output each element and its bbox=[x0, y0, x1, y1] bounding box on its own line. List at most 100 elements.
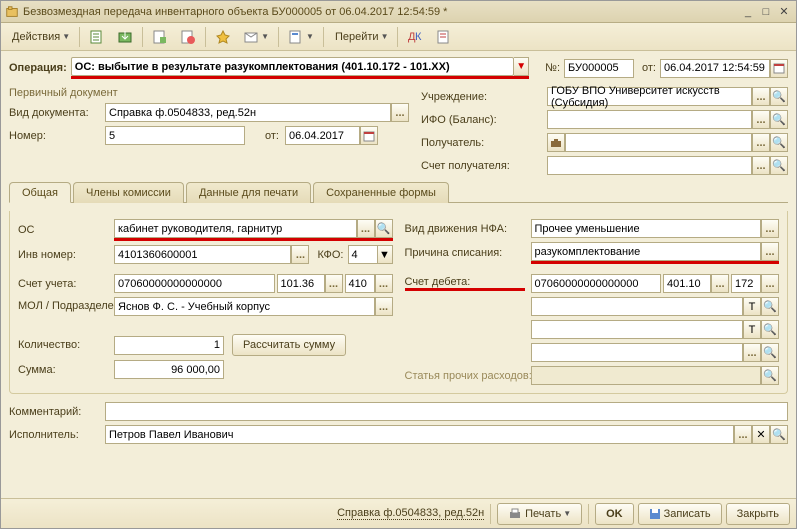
schetuch-f3-lu[interactable]: ... bbox=[375, 274, 393, 293]
os-label: ОС bbox=[18, 224, 108, 236]
uchr-lookup[interactable]: ... bbox=[752, 87, 770, 106]
nomer-field[interactable]: 5 bbox=[105, 126, 245, 145]
qty-field[interactable]: 1 bbox=[114, 336, 224, 355]
operation-dropdown[interactable]: ▼ bbox=[514, 57, 529, 76]
prichina-field[interactable]: разукомплектование bbox=[531, 242, 762, 261]
tab-general[interactable]: Общая bbox=[9, 182, 71, 203]
ot-calendar-icon[interactable] bbox=[360, 126, 378, 145]
debet-f2[interactable]: 401.10 bbox=[663, 274, 711, 293]
prichina-lookup[interactable]: ... bbox=[761, 242, 779, 261]
pol-briefcase-icon[interactable] bbox=[547, 133, 565, 152]
date-field[interactable]: 06.04.2017 12:54:59 bbox=[660, 59, 770, 78]
pol-field[interactable] bbox=[565, 133, 752, 152]
tb-icon-4[interactable] bbox=[175, 26, 201, 48]
spravka-link[interactable]: Справка ф.0504833, ред.52н bbox=[337, 507, 484, 520]
debet-f3-lu[interactable]: ... bbox=[761, 274, 779, 293]
sum-field[interactable]: 96 000,00 bbox=[114, 360, 224, 379]
save-button[interactable]: Записать bbox=[638, 503, 722, 525]
debet-label: Счет дебета: bbox=[405, 276, 525, 291]
isp-field[interactable]: Петров Павел Иванович bbox=[105, 425, 734, 444]
schetuch-f2[interactable]: 101.36 bbox=[277, 274, 325, 293]
debet-t2[interactable]: T bbox=[743, 320, 761, 339]
schetuch-f2-lu[interactable]: ... bbox=[325, 274, 343, 293]
tb-icon-1[interactable] bbox=[84, 26, 110, 48]
toolbar: Действия▼ ▼ ▼ Перейти▼ ДК bbox=[1, 23, 796, 51]
komm-field[interactable] bbox=[105, 402, 788, 421]
os-field[interactable]: кабинет руководителя, гарнитур bbox=[114, 219, 357, 238]
debet-f1[interactable]: 07060000000000000 bbox=[531, 274, 662, 293]
goto-menu[interactable]: Перейти▼ bbox=[328, 26, 394, 48]
pol-lookup[interactable]: ... bbox=[752, 133, 770, 152]
viddv-field[interactable]: Прочее уменьшение bbox=[531, 219, 762, 238]
viddok-lookup[interactable]: ... bbox=[391, 103, 409, 122]
debet-f3[interactable]: 172 bbox=[731, 274, 761, 293]
viddok-label: Вид документа: bbox=[9, 107, 99, 119]
tb-icon-6[interactable]: ▼ bbox=[238, 26, 274, 48]
calc-button[interactable]: Рассчитать сумму bbox=[232, 334, 346, 356]
statya-label: Статья прочих расходов: bbox=[405, 370, 525, 382]
num-field[interactable]: БУ000005 bbox=[564, 59, 634, 78]
kfo-dropdown[interactable]: ▼ bbox=[378, 245, 393, 264]
schetpol-lookup[interactable]: ... bbox=[752, 156, 770, 175]
maximize-button[interactable]: □ bbox=[758, 5, 774, 19]
schetuch-label: Счет учета: bbox=[18, 278, 108, 290]
viddv-label: Вид движения НФА: bbox=[405, 223, 525, 235]
schetuch-f3[interactable]: 410 bbox=[345, 274, 375, 293]
close-button-footer[interactable]: Закрыть bbox=[726, 503, 790, 525]
tb-icon-dk[interactable]: ДК bbox=[402, 26, 428, 48]
kfo-field[interactable]: 4 bbox=[348, 245, 378, 264]
tb-icon-3[interactable] bbox=[147, 26, 173, 48]
debet-extra2[interactable] bbox=[531, 320, 744, 339]
statya-search[interactable]: 🔍 bbox=[761, 366, 779, 385]
schetuch-f1[interactable]: 07060000000000000 bbox=[114, 274, 275, 293]
calendar-icon[interactable] bbox=[770, 59, 788, 78]
prichina-label: Причина списания: bbox=[405, 247, 525, 259]
tab-savedforms[interactable]: Сохраненные формы bbox=[313, 182, 449, 203]
schetpol-field[interactable] bbox=[547, 156, 752, 175]
uchr-field[interactable]: ГОБУ ВПО Университет искусств (Субсидия) bbox=[547, 87, 752, 106]
debet-s2[interactable]: 🔍 bbox=[761, 320, 779, 339]
debet-extra3[interactable] bbox=[531, 343, 744, 362]
ot-date-field[interactable]: 06.04.2017 bbox=[285, 126, 360, 145]
ifo-lookup[interactable]: ... bbox=[752, 110, 770, 129]
inv-lookup[interactable]: ... bbox=[291, 245, 309, 264]
uchr-search-icon[interactable]: 🔍 bbox=[770, 87, 788, 106]
inv-field[interactable]: 4101360600001 bbox=[114, 245, 291, 264]
mol-label: МОЛ / Подразделение: bbox=[18, 300, 108, 313]
isp-lookup[interactable]: ... bbox=[734, 425, 752, 444]
pol-search-icon[interactable]: 🔍 bbox=[770, 133, 788, 152]
mol-field[interactable]: Яснов Ф. С. - Учебный корпус bbox=[114, 297, 375, 316]
debet-s3[interactable]: 🔍 bbox=[761, 343, 779, 362]
ifo-field[interactable] bbox=[547, 110, 752, 129]
content: Операция: ОС: выбытие в результате разук… bbox=[1, 51, 796, 498]
window-title: Безвозмездная передача инвентарного объе… bbox=[23, 6, 738, 18]
actions-menu[interactable]: Действия▼ bbox=[5, 26, 75, 48]
tab-printdata[interactable]: Данные для печати bbox=[186, 182, 311, 203]
debet-s1[interactable]: 🔍 bbox=[761, 297, 779, 316]
operation-select[interactable]: ОС: выбытие в результате разукомплектова… bbox=[71, 57, 514, 76]
tb-icon-5[interactable] bbox=[210, 26, 236, 48]
schetpol-search-icon[interactable]: 🔍 bbox=[770, 156, 788, 175]
titlebar: Безвозмездная передача инвентарного объе… bbox=[1, 1, 796, 23]
close-button[interactable]: ✕ bbox=[776, 5, 792, 19]
tb-icon-rules[interactable] bbox=[430, 26, 456, 48]
ifo-search-icon[interactable]: 🔍 bbox=[770, 110, 788, 129]
debet-t1[interactable]: T bbox=[743, 297, 761, 316]
nomer-label: Номер: bbox=[9, 130, 99, 142]
os-search-icon[interactable]: 🔍 bbox=[375, 219, 393, 238]
print-button[interactable]: Печать▼ bbox=[497, 503, 582, 525]
debet-extra1[interactable] bbox=[531, 297, 744, 316]
minimize-button[interactable]: _ bbox=[740, 5, 756, 19]
viddv-lookup[interactable]: ... bbox=[761, 219, 779, 238]
isp-search-icon[interactable]: 🔍 bbox=[770, 425, 788, 444]
debet-extra3-lu[interactable]: ... bbox=[743, 343, 761, 362]
isp-clear-icon[interactable]: ✕ bbox=[752, 425, 770, 444]
os-lookup[interactable]: ... bbox=[357, 219, 375, 238]
ok-button[interactable]: OK bbox=[595, 503, 634, 525]
mol-lookup[interactable]: ... bbox=[375, 297, 393, 316]
tb-icon-2[interactable] bbox=[112, 26, 138, 48]
tab-committee[interactable]: Члены комиссии bbox=[73, 182, 184, 203]
viddok-field[interactable]: Справка ф.0504833, ред.52н bbox=[105, 103, 391, 122]
debet-f2-lu[interactable]: ... bbox=[711, 274, 729, 293]
tb-icon-7[interactable]: ▼ bbox=[283, 26, 319, 48]
